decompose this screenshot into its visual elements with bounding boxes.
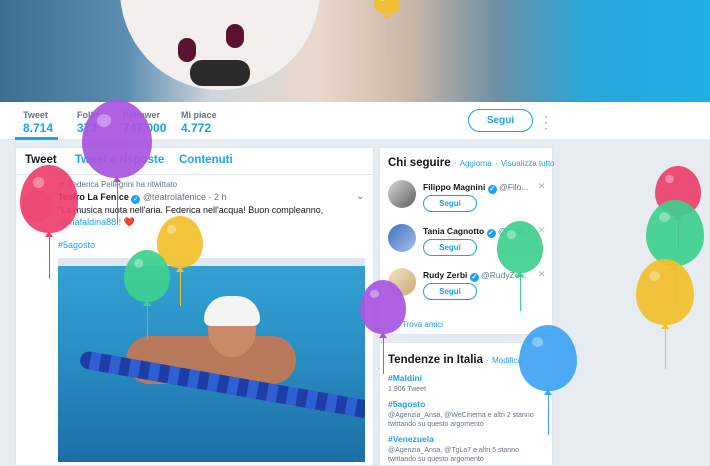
verified-icon: ✓	[486, 229, 496, 238]
header-photo-detail	[178, 38, 196, 62]
follow-button[interactable]: Segui	[423, 195, 477, 212]
balloon-string	[49, 237, 50, 279]
profile-header-photo	[0, 0, 710, 102]
stat-likes[interactable]: Mi piace 4.772	[181, 110, 217, 135]
verified-icon: ✓	[469, 273, 479, 282]
tweet-photo[interactable]	[58, 258, 365, 462]
balloon-body	[82, 100, 152, 178]
balloon-string	[387, 18, 388, 54]
follow-button[interactable]: Segui	[468, 109, 533, 132]
close-icon[interactable]: ✕	[538, 181, 546, 192]
balloon-string	[520, 277, 521, 311]
balloon	[124, 250, 170, 340]
balloon-string	[383, 338, 384, 374]
balloon-string	[548, 395, 549, 435]
avatar[interactable]	[388, 224, 416, 252]
header-photo-detail	[190, 60, 250, 86]
suggestion-item: Filippo Magnini ✓ @Filo... ✕ Segui	[388, 180, 548, 220]
balloon	[519, 325, 577, 435]
avatar[interactable]	[388, 180, 416, 208]
balloon-string	[147, 306, 148, 340]
header-photo-detail	[226, 24, 244, 48]
balloon	[636, 259, 694, 369]
balloon-body	[124, 250, 170, 302]
balloon	[82, 100, 152, 224]
edit-trends-link[interactable]: Modifica	[492, 356, 522, 365]
balloon-body	[519, 325, 577, 391]
stat-tweet[interactable]: Tweet 8.714	[15, 110, 58, 140]
follow-button[interactable]: Segui	[423, 283, 477, 300]
balloon-body	[636, 259, 694, 325]
pool-edge	[58, 258, 365, 266]
follow-button[interactable]: Segui	[423, 239, 477, 256]
verified-icon: ✓	[487, 185, 497, 194]
balloon-string	[117, 182, 118, 224]
balloon-body	[646, 200, 704, 266]
tweet-handle[interactable]: @teatrolafenice · 2 h	[143, 192, 227, 202]
balloon-string	[180, 272, 181, 306]
balloon-body	[497, 221, 543, 273]
balloon	[497, 221, 543, 311]
balloon	[374, 0, 400, 54]
suggestion-name[interactable]: Filippo Magnini ✓ @Filo...	[423, 182, 529, 194]
balloon-body	[20, 165, 78, 233]
balloon-body	[360, 280, 406, 334]
view-all-link[interactable]: Visualizza tutto	[501, 159, 555, 168]
trend-item[interactable]: #Venezuela @Agenzia_Ansa, @TgLa7 e altri…	[388, 434, 548, 464]
more-options-icon[interactable]: · · ·	[543, 110, 549, 134]
balloon-string	[665, 329, 666, 369]
photo-detail	[204, 296, 260, 326]
chevron-down-icon[interactable]: ⌄	[356, 191, 364, 202]
balloon	[20, 165, 78, 279]
trends-title: Tendenze in Italia · Modifica	[388, 354, 522, 366]
who-to-follow-title: Chi seguire · Aggiorna · Visualizza tutt…	[388, 157, 555, 169]
tab-media[interactable]: Contenuti	[179, 154, 233, 166]
refresh-link[interactable]: Aggiorna	[460, 159, 492, 168]
balloon	[360, 280, 406, 374]
find-friends-link[interactable]: Trova amici	[402, 320, 443, 329]
